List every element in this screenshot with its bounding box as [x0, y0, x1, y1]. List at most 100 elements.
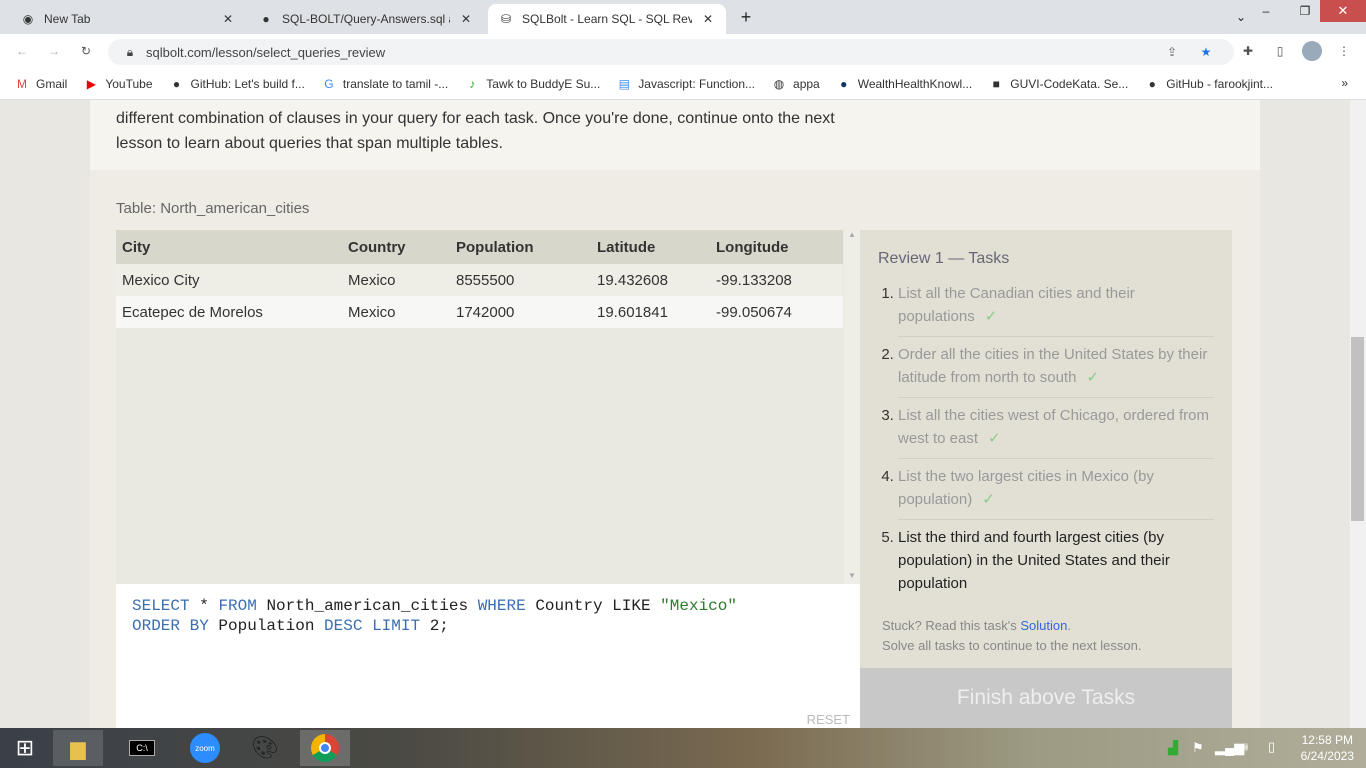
cell: -99.050674	[710, 296, 843, 328]
chrome-icon: ◉	[22, 12, 34, 26]
solution-link[interactable]: Solution	[1020, 618, 1067, 633]
task-item: List all the Canadian cities and their p…	[898, 282, 1214, 337]
cell: Ecatepec de Morelos	[116, 296, 342, 328]
more-bookmarks-icon[interactable]: »	[1341, 76, 1348, 90]
menu-icon[interactable]: ⋮	[1336, 43, 1352, 59]
task-item: List all the cities west of Chicago, ord…	[898, 404, 1214, 459]
taskbar: ⊞ ▆ C:\ zoom 🎨︎ ▟ ⚑ ▂▄▆ 🔊︎ ▯ 12:58 PM 6/2…	[0, 728, 1366, 768]
share-icon[interactable]: ⇪	[1164, 44, 1180, 60]
battery-icon[interactable]: ▯	[1268, 739, 1275, 755]
check-icon: ✓	[984, 308, 998, 325]
tab-search-icon[interactable]: ⌄	[1233, 9, 1249, 25]
tasks-title: Review 1 — Tasks	[878, 250, 1010, 267]
github-icon: ●	[262, 12, 270, 26]
check-icon: ✓	[982, 491, 995, 508]
close-window-icon[interactable]: ✕	[1320, 0, 1366, 22]
table-row: Mexico City Mexico 8555500 19.432608 -99.133…	[116, 264, 843, 296]
close-icon[interactable]: ✕	[700, 11, 716, 27]
reload-icon[interactable]: ↻	[78, 43, 94, 59]
finish-tasks-button[interactable]: Finish above Tasks	[860, 668, 1232, 728]
clock[interactable]: 12:58 PM 6/24/2023	[1301, 732, 1354, 764]
cell: Mexico City	[116, 264, 342, 296]
scrollbar-thumb[interactable]	[1351, 337, 1364, 521]
tasks-panel: Review 1 — Tasks List all the Canadian c…	[860, 230, 1232, 668]
reset-button[interactable]: RESET	[807, 712, 850, 727]
column-header: Latitude	[591, 230, 710, 264]
column-header: City	[116, 230, 342, 264]
address-bar[interactable]: 🔒︎ sqlbolt.com/lesson/select_queries_rev…	[108, 39, 1234, 65]
avatar[interactable]	[1302, 41, 1322, 61]
task-item: Order all the cities in the United State…	[898, 343, 1214, 398]
column-header: Population	[450, 230, 591, 264]
task-help: Stuck? Read this task's Solution. Solve …	[882, 618, 1142, 653]
cell: Mexico	[342, 296, 450, 328]
bookmark-gmail[interactable]: M Gmail	[14, 76, 67, 92]
bookmark-star-icon[interactable]: ★	[1198, 44, 1214, 60]
bookmark-guvi[interactable]: ■ GUVI-CodeKata. Se...	[988, 76, 1129, 92]
cell: 19.432608	[591, 264, 710, 296]
docs-icon: ▤	[618, 76, 630, 91]
extensions-icon[interactable]: ✚	[1240, 43, 1256, 59]
side-panel-icon[interactable]: ▯	[1272, 43, 1288, 59]
cell: -99.133208	[710, 264, 843, 296]
zoom-icon[interactable]: zoom	[180, 730, 230, 766]
close-icon[interactable]: ✕	[220, 11, 236, 27]
lesson-intro: different combination of clauses in your…	[90, 100, 1260, 170]
terminal-icon[interactable]: C:\	[117, 730, 167, 766]
windows-start-icon[interactable]: ⊞	[0, 730, 50, 766]
check-icon: ✓	[988, 430, 1001, 447]
bookmark-github[interactable]: ● GitHub: Let's build f...	[169, 76, 305, 92]
lock-icon: 🔒︎	[126, 44, 134, 59]
task-item-current: List the third and fourth largest cities…	[898, 526, 1214, 603]
back-icon[interactable]: ←	[14, 43, 30, 59]
bookmark-tawk[interactable]: ♪ Tawk to BuddyE Su...	[464, 76, 600, 92]
paint-icon[interactable]: 🎨︎	[240, 730, 290, 766]
column-header: Country	[342, 230, 450, 264]
bookmark-translate[interactable]: Gtranslate to tamil -...	[321, 76, 448, 92]
bookmark-javascript[interactable]: ▤ Javascript: Function...	[616, 76, 755, 92]
check-icon: ✓	[1086, 369, 1100, 386]
cell: Mexico	[342, 264, 450, 296]
column-header: Longitude	[710, 230, 843, 264]
table-row: Ecatepec de Morelos Mexico 1742000 19.60184…	[116, 296, 843, 328]
tawk-icon: ♪	[469, 76, 476, 91]
globe-icon: ◍	[773, 76, 785, 91]
page-content: different combination of clauses in your…	[0, 100, 1350, 728]
network-status-icon[interactable]: ▟	[1168, 740, 1178, 756]
forward-icon[interactable]: →	[46, 43, 62, 59]
scroll-down-icon[interactable]: ▼	[844, 571, 860, 580]
tab-sqlbolt[interactable]: ⛁SQLBolt - Learn SQL - SQL Review✕	[488, 4, 726, 34]
gmail-icon: M	[17, 76, 27, 91]
guvi-icon: ■	[992, 76, 1000, 91]
github-icon: ●	[172, 76, 181, 91]
bookmarks-bar: M Gmail ▶ YouTube ● GitHub: Let's build f..…	[0, 68, 1366, 100]
bookmark-wealth[interactable]: ● WealthHealthKnowl...	[836, 76, 972, 92]
bookmark-github-2[interactable]: ● GitHub - farookjint...	[1144, 76, 1273, 92]
new-tab-icon[interactable]: +	[738, 7, 754, 27]
tab-new-tab[interactable]: ◉ New Tab ✕	[10, 4, 246, 34]
sql-editor[interactable]: SELECT * FROM North_american_cities WHER…	[116, 584, 860, 728]
table-label: Table: North_american_cities	[116, 200, 310, 217]
bookmark-youtube[interactable]: ▶ YouTube	[83, 76, 153, 92]
cell: 8555500	[450, 264, 591, 296]
table-scrollbar[interactable]: ▲ ▼	[844, 230, 860, 584]
database-icon: ⛁	[500, 12, 512, 26]
tab-bar: ◉ New Tab ✕ ● SQL-BOLT/Query-Answers.sql at…	[0, 0, 1366, 34]
cell: 19.601841	[591, 296, 710, 328]
github-icon: ●	[1148, 76, 1156, 91]
google-icon: G	[324, 76, 334, 91]
close-icon[interactable]: ✕	[458, 11, 474, 27]
chrome-taskbar-icon[interactable]	[300, 730, 350, 766]
results-table: City Country Population Latitude Longitu…	[116, 230, 844, 584]
tab-github[interactable]: ● SQL-BOLT/Query-Answers.sql at ✕	[248, 4, 484, 34]
wealth-icon: ●	[840, 76, 848, 91]
flag-icon[interactable]: ⚑	[1192, 740, 1204, 756]
bookmark-appa[interactable]: ◍ appa	[771, 76, 820, 92]
restore-icon[interactable]: ❐	[1297, 3, 1313, 19]
task-item: List the two largest cities in Mexico (b…	[898, 465, 1214, 520]
file-explorer-icon[interactable]: ▆	[53, 730, 103, 766]
minimize-icon[interactable]: –	[1258, 3, 1274, 19]
youtube-icon: ▶	[86, 76, 96, 91]
scroll-up-icon[interactable]: ▲	[844, 230, 860, 239]
volume-icon[interactable]: 🔊︎	[1240, 739, 1248, 755]
